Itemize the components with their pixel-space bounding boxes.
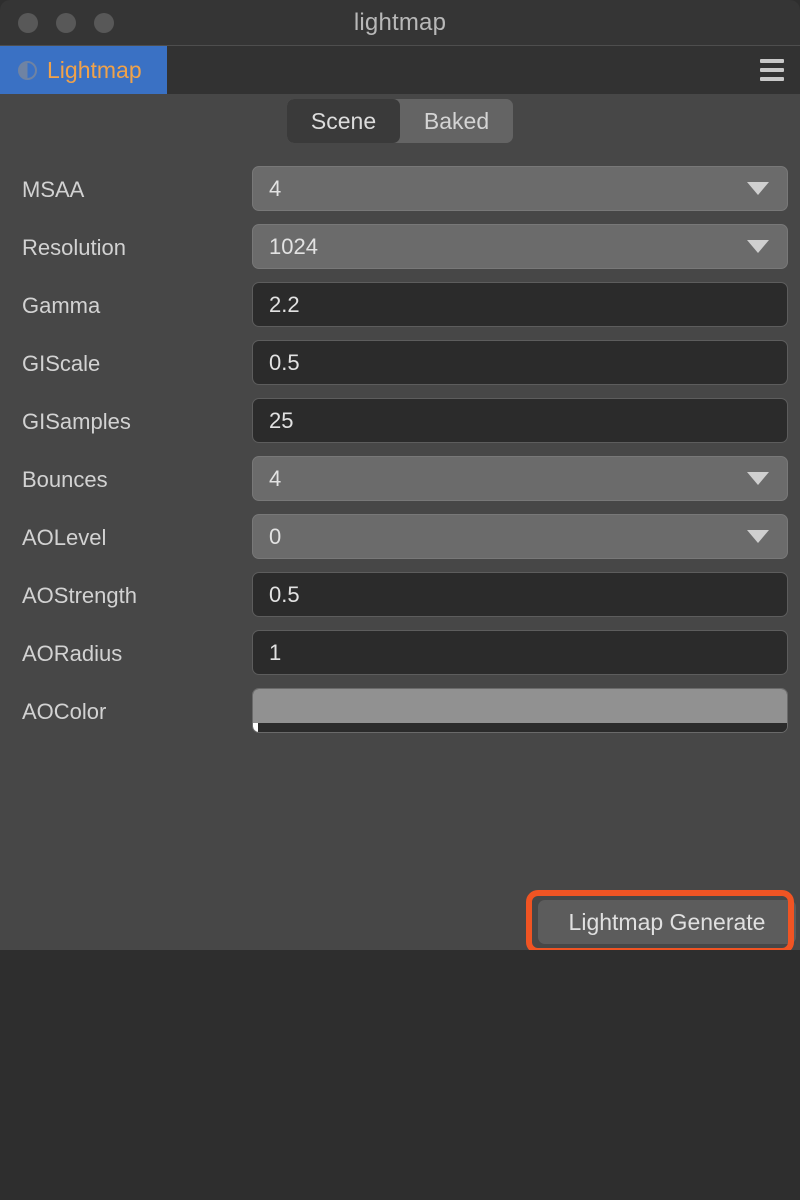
input-giscale[interactable]: 0.5 xyxy=(252,340,788,385)
select-resolution[interactable]: 1024 xyxy=(252,224,788,269)
hamburger-menu-icon[interactable] xyxy=(744,46,800,94)
input-aoradius[interactable]: 1 xyxy=(252,630,788,675)
input-aostrength-value: 0.5 xyxy=(269,581,300,607)
row-msaa: MSAA 4 xyxy=(0,161,800,219)
row-aolevel: AOLevel 0 xyxy=(0,509,800,567)
settings-rows: MSAA 4 Resolution 1024 Gamma 2.2 GIScale… xyxy=(0,161,800,741)
label-msaa: MSAA xyxy=(22,177,85,202)
segment-scene[interactable]: Scene xyxy=(287,99,400,143)
row-giscale: GIScale 0.5 xyxy=(0,335,800,393)
label-gisamples: GISamples xyxy=(22,409,131,434)
row-resolution: Resolution 1024 xyxy=(0,219,800,277)
select-bounces-value: 4 xyxy=(269,465,282,491)
label-bounces: Bounces xyxy=(22,467,108,492)
lightmap-settings-panel: Scene Baked MSAA 4 Resolution 1024 Gamma xyxy=(0,94,800,954)
color-swatch xyxy=(253,689,787,723)
label-aoradius: AORadius xyxy=(22,641,123,666)
label-aocolor: AOColor xyxy=(22,699,107,724)
row-aostrength: AOStrength 0.5 xyxy=(0,567,800,625)
input-gamma[interactable]: 2.2 xyxy=(252,282,788,327)
select-aolevel-value: 0 xyxy=(269,523,282,549)
label-aostrength: AOStrength xyxy=(22,583,137,608)
label-giscale: GIScale xyxy=(22,351,101,376)
tab-lightmap-label: Lightmap xyxy=(47,56,142,83)
lightmap-generate-button[interactable]: Lightmap Generate xyxy=(538,900,796,944)
chevron-down-icon xyxy=(747,182,769,195)
alpha-bar xyxy=(253,723,787,732)
window-titlebar: lightmap xyxy=(0,0,800,45)
chevron-down-icon xyxy=(747,530,769,543)
select-bounces[interactable]: 4 xyxy=(252,456,788,501)
label-gamma: Gamma xyxy=(22,293,101,318)
row-gisamples: GISamples 25 xyxy=(0,393,800,451)
input-gisamples-value: 25 xyxy=(269,407,294,433)
row-gamma: Gamma 2.2 xyxy=(0,277,800,335)
bottom-region xyxy=(0,950,800,1200)
half-circle-icon xyxy=(18,60,37,80)
row-aoradius: AORadius 1 xyxy=(0,625,800,683)
label-aolevel: AOLevel xyxy=(22,525,107,550)
chevron-down-icon xyxy=(747,472,769,485)
tab-bar: Lightmap xyxy=(0,45,800,94)
select-aolevel[interactable]: 0 xyxy=(252,514,788,559)
tab-lightmap[interactable]: Lightmap xyxy=(0,46,167,94)
input-gamma-value: 2.2 xyxy=(269,291,300,317)
select-msaa-value: 4 xyxy=(269,175,282,201)
row-aocolor: AOColor xyxy=(0,683,800,741)
select-msaa[interactable]: 4 xyxy=(252,166,788,211)
input-aoradius-value: 1 xyxy=(269,639,282,665)
select-resolution-value: 1024 xyxy=(269,233,318,259)
segment-baked[interactable]: Baked xyxy=(400,99,513,143)
mode-segmented-control: Scene Baked xyxy=(287,99,513,143)
input-gisamples[interactable]: 25 xyxy=(252,398,788,443)
generate-action-area: Lightmap Generate xyxy=(526,890,796,954)
chevron-down-icon xyxy=(747,240,769,253)
input-giscale-value: 0.5 xyxy=(269,349,300,375)
row-bounces: Bounces 4 xyxy=(0,451,800,509)
window-title: lightmap xyxy=(353,8,447,36)
tab-bar-spacer xyxy=(167,46,744,94)
color-picker-aocolor[interactable] xyxy=(252,688,788,733)
input-aostrength[interactable]: 0.5 xyxy=(252,572,788,617)
label-resolution: Resolution xyxy=(22,235,126,260)
application-window: lightmap Lightmap Scene Baked MSAA 4 Res… xyxy=(0,0,800,1200)
